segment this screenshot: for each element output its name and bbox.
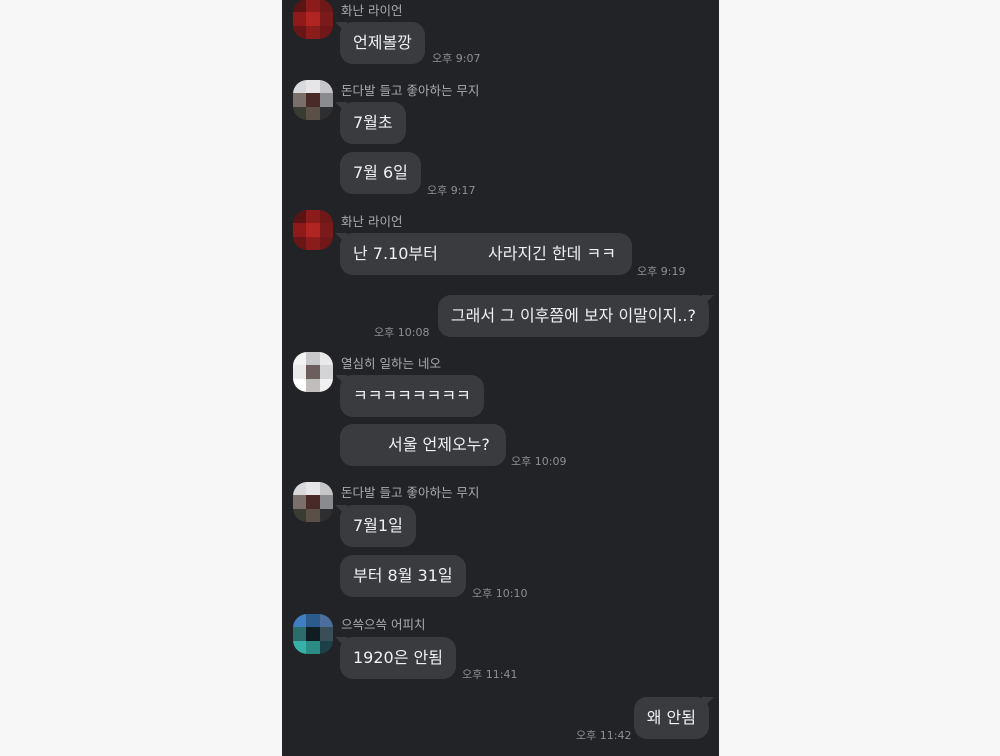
avatar-pixel — [306, 236, 320, 250]
avatar-pixel — [319, 223, 333, 237]
avatar-pixel — [306, 0, 320, 13]
avatar-pixel — [293, 378, 307, 392]
avatar-apeach[interactable] — [293, 614, 333, 654]
message-time: 오후 9:07 — [432, 52, 481, 65]
avatar-pixel — [293, 614, 307, 628]
avatar-muzi[interactable] — [293, 482, 333, 522]
message-bubble[interactable]: 서울 언제오누? — [340, 424, 506, 466]
avatar-pixel — [306, 482, 320, 496]
avatar-pixel — [306, 80, 320, 94]
avatar-pixel — [319, 482, 333, 496]
avatar-pixel — [293, 352, 307, 366]
sender-name: 화난 라이언 — [341, 3, 403, 18]
avatar-pixel — [319, 12, 333, 26]
avatar-pixel — [293, 12, 307, 26]
message-time: 오후 9:19 — [637, 265, 686, 278]
message-time: 오후 10:08 — [374, 326, 430, 339]
avatar-pixel — [306, 495, 320, 509]
avatar-pixel — [319, 365, 333, 379]
sender-name: 화난 라이언 — [341, 214, 403, 229]
message-time: 오후 11:42 — [576, 729, 632, 742]
avatar-pixel — [293, 495, 307, 509]
avatar-pixel — [306, 640, 320, 654]
message-bubble[interactable]: 7월초 — [340, 102, 406, 144]
avatar-pixel — [293, 508, 307, 522]
my-message-bubble[interactable]: 그래서 그 이후쯤에 보자 이말이지..? — [437, 295, 709, 337]
sender-name: 돈다발 들고 좋아하는 무지 — [341, 83, 480, 98]
my-message-bubble[interactable]: 왜 안됨 — [633, 697, 709, 739]
message-bubble[interactable]: 난 7.10부터 사라지긴 한데 ㅋㅋ — [340, 233, 632, 275]
avatar-pixel — [306, 93, 320, 107]
avatar-pixel — [306, 210, 320, 224]
message-bubble[interactable]: 7월 6일 — [340, 152, 421, 194]
avatar-pixel — [319, 106, 333, 120]
avatar-pixel — [293, 223, 307, 237]
avatar-pixel — [319, 236, 333, 250]
message-bubble[interactable]: 7월1일 — [340, 505, 416, 547]
message-text-part: 사라지긴 한데 ㅋㅋ — [488, 244, 616, 263]
avatar-pixel — [293, 80, 307, 94]
message-text: 서울 언제오누? — [388, 435, 490, 454]
sender-name: 돈다발 들고 좋아하는 무지 — [341, 485, 480, 500]
avatar-pixel — [293, 0, 307, 13]
avatar-pixel — [319, 25, 333, 39]
message-time: 오후 10:10 — [472, 587, 528, 600]
avatar-ryan[interactable] — [293, 210, 333, 250]
avatar-pixel — [319, 627, 333, 641]
avatar-pixel — [293, 627, 307, 641]
avatar-pixel — [306, 365, 320, 379]
avatar-pixel — [306, 614, 320, 628]
avatar-pixel — [319, 614, 333, 628]
avatar-pixel — [319, 352, 333, 366]
avatar-pixel — [319, 378, 333, 392]
sender-name: 열심히 일하는 네오 — [341, 356, 441, 371]
avatar-pixel — [306, 352, 320, 366]
message-bubble[interactable]: ㅋㅋㅋㅋㅋㅋㅋㅋ — [340, 375, 484, 417]
avatar-pixel — [306, 223, 320, 237]
avatar-pixel — [293, 236, 307, 250]
avatar-pixel — [319, 0, 333, 13]
avatar-pixel — [319, 210, 333, 224]
avatar-pixel — [319, 80, 333, 94]
message-text-part: 난 7.10부터 — [353, 244, 438, 263]
avatar-muzi[interactable] — [293, 80, 333, 120]
chat-room: 화난 라이언 언제볼깡 오후 9:07 돈다발 들고 좋아하는 무지 7월초 7… — [282, 0, 719, 756]
message-time: 오후 11:41 — [462, 668, 518, 681]
avatar-pixel — [293, 210, 307, 224]
avatar-pixel — [293, 482, 307, 496]
avatar-pixel — [319, 640, 333, 654]
message-bubble[interactable]: 언제볼깡 — [340, 22, 425, 64]
avatar-pixel — [306, 12, 320, 26]
avatar-pixel — [293, 93, 307, 107]
avatar-pixel — [306, 508, 320, 522]
avatar-pixel — [293, 106, 307, 120]
avatar-pixel — [319, 93, 333, 107]
sender-name: 으쓱으쓱 어피치 — [341, 617, 426, 632]
message-bubble[interactable]: 1920은 안됨 — [340, 637, 456, 679]
avatar-pixel — [293, 365, 307, 379]
avatar-pixel — [306, 106, 320, 120]
avatar-ryan[interactable] — [293, 0, 333, 39]
avatar-neo[interactable] — [293, 352, 333, 392]
avatar-pixel — [319, 495, 333, 509]
avatar-pixel — [306, 25, 320, 39]
avatar-pixel — [306, 627, 320, 641]
avatar-pixel — [293, 640, 307, 654]
avatar-pixel — [293, 25, 307, 39]
message-bubble[interactable]: 부터 8월 31일 — [340, 555, 466, 597]
avatar-pixel — [319, 508, 333, 522]
message-time: 오후 10:09 — [511, 455, 567, 468]
avatar-pixel — [306, 378, 320, 392]
message-time: 오후 9:17 — [427, 184, 476, 197]
